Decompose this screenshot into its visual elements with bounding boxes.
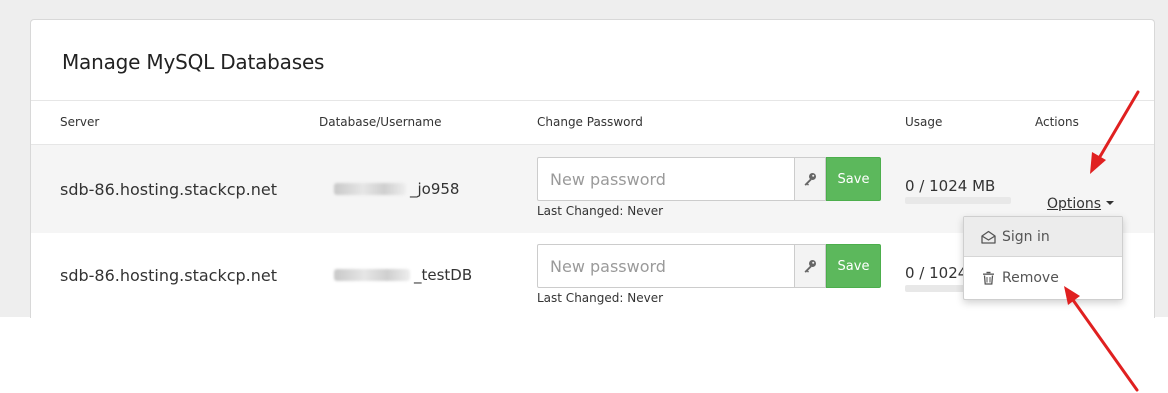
menu-item-label: Sign in [1002,228,1050,245]
new-password-input[interactable] [537,244,795,288]
options-dropdown-menu: Sign in Remove [963,216,1123,300]
column-header-database: Database/Username [319,115,442,129]
key-icon [804,173,816,186]
menu-item-remove[interactable]: Remove [964,258,1122,298]
key-icon [804,260,816,273]
server-name: sdb-86.hosting.stackcp.net [60,266,278,285]
database-suffix: _testDB [414,266,473,284]
envelope-open-icon [980,229,996,245]
column-header-actions: Actions [1035,115,1079,129]
redacted-prefix [334,183,406,195]
last-changed-text: Last Changed: Never [537,204,664,218]
save-button[interactable]: Save [826,157,881,201]
usage-bar [905,197,1011,204]
column-header-password: Change Password [537,115,643,129]
generate-password-button[interactable] [794,244,826,288]
password-group: Save [537,157,881,201]
database-name: _jo958 [334,180,459,198]
header-divider [31,100,1154,101]
menu-item-sign-in[interactable]: Sign in [964,217,1122,257]
generate-password-button[interactable] [794,157,826,201]
usage-text: 0 / 1024 [905,264,968,282]
panel-title: Manage MySQL Databases [62,50,325,74]
new-password-input[interactable] [537,157,795,201]
redacted-prefix [334,269,410,281]
column-header-usage: Usage [905,115,943,129]
options-dropdown-toggle[interactable]: Options [1047,196,1115,212]
save-button[interactable]: Save [826,244,881,288]
column-header-server: Server [60,115,100,129]
server-name: sdb-86.hosting.stackcp.net [60,180,278,199]
password-group: Save [537,244,881,288]
last-changed-text: Last Changed: Never [537,291,664,305]
database-suffix: _jo958 [410,180,460,198]
usage-text: 0 / 1024 MB [905,177,996,195]
menu-item-label: Remove [1002,270,1059,286]
options-label: Options [1047,196,1102,212]
trash-icon [980,270,996,286]
database-name: _testDB [334,266,472,284]
caret-down-icon [1106,201,1115,205]
